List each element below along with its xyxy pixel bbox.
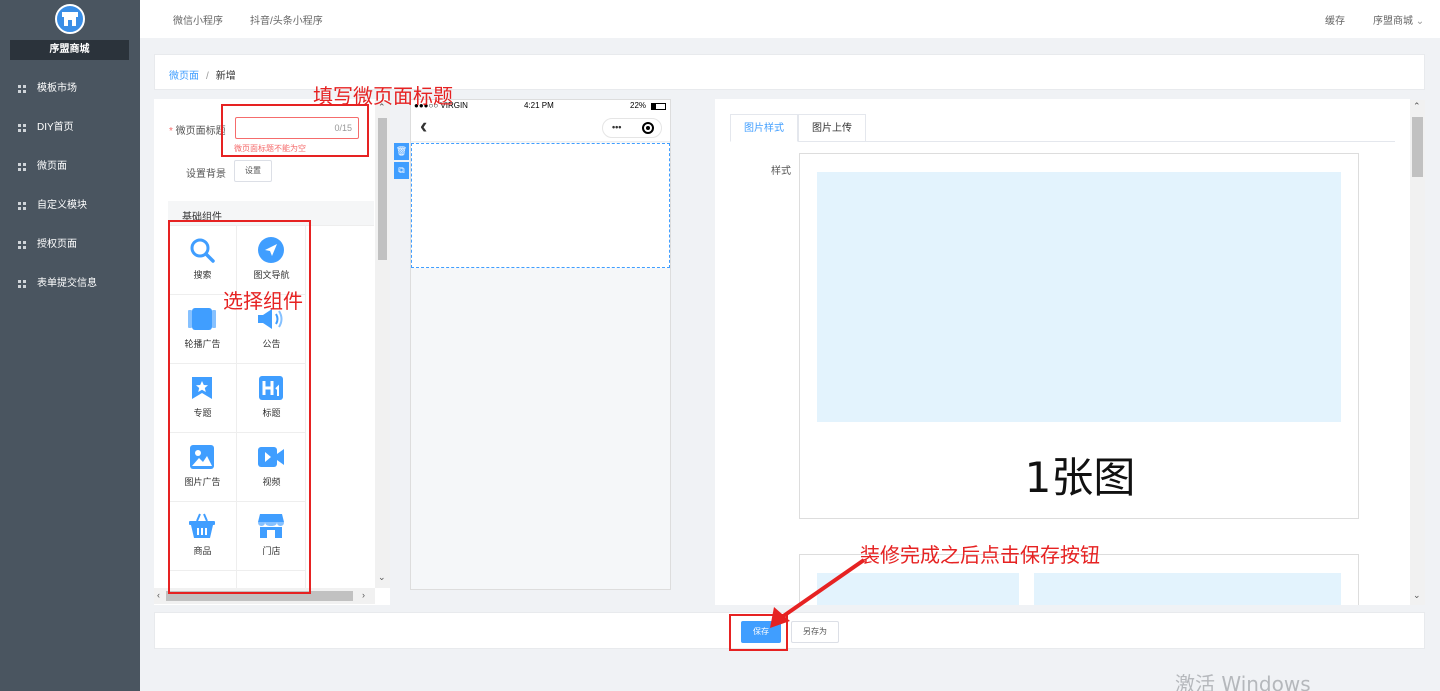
breadcrumb-parent[interactable]: 微页面 [169, 71, 199, 82]
sidebar: 序盟商城 模板市场 DIY首页 微页面 自定义模块 授权页面 表单提交信息 [0, 0, 140, 691]
scrollbar-thumb[interactable] [1412, 117, 1423, 177]
sidebar-item-label: DIY首页 [37, 122, 74, 133]
components-vertical-scrollbar[interactable]: ⌃ ⌄ [375, 100, 390, 588]
phone-nav-bar: ‹ ••• [411, 114, 670, 142]
sidebar-item-label: 微页面 [37, 161, 67, 172]
cache-link[interactable]: 缓存 [1325, 12, 1345, 27]
grid-icon [18, 202, 26, 210]
sidebar-item-label: 自定义模块 [37, 200, 87, 211]
chevron-down-icon: ⌄ [1415, 16, 1425, 27]
right-panel-scrollbar[interactable]: ⌃ ⌄ [1410, 100, 1425, 605]
more-icon[interactable]: ••• [612, 122, 621, 132]
copy-icon[interactable]: ⧉ [394, 162, 409, 179]
title-label-text: 微页面标题 [175, 126, 226, 137]
sidebar-item-label: 模板市场 [37, 83, 77, 94]
phone-time: 4:21 PM [524, 101, 554, 110]
page-canvas-selected-module[interactable] [411, 143, 670, 268]
set-background-button[interactable]: 设置 [234, 160, 272, 182]
miniprogram-capsule[interactable]: ••• [602, 118, 662, 138]
sidebar-item-custom-module[interactable]: 自定义模块 [0, 191, 140, 221]
title-label: * 微页面标题 [169, 122, 226, 137]
top-bar: 微信小程序 抖音/头条小程序 缓存 序盟商城 ⌄ [140, 0, 1440, 38]
style-label: 样式 [771, 166, 791, 177]
right-panel: 图片样式 图片上传 样式 1张图 [715, 99, 1410, 605]
annotation-choose-component: 选择组件 [223, 289, 303, 313]
back-icon[interactable]: ‹ [420, 114, 427, 138]
sidebar-item-label: 表单提交信息 [37, 278, 97, 289]
scrollbar-thumb[interactable] [378, 118, 387, 260]
required-mark: * [169, 126, 176, 137]
image-placeholder [817, 172, 1341, 422]
style-option-one-image[interactable]: 1张图 [799, 153, 1359, 519]
grid-icon [18, 241, 26, 249]
breadcrumb-current: 新增 [215, 71, 236, 82]
phone-preview: ●●●○○ VIRGIN 4:21 PM 22% ‹ ••• [410, 99, 671, 590]
sidebar-item-micro-page[interactable]: 微页面 [0, 152, 140, 182]
bg-label: 设置背景 [186, 169, 226, 180]
scroll-right-icon[interactable]: › [362, 590, 365, 600]
scroll-down-icon[interactable]: ⌄ [1413, 590, 1421, 601]
grid-icon [18, 85, 26, 93]
grid-icon [18, 280, 26, 288]
tab-wechat-miniprogram[interactable]: 微信小程序 [173, 12, 223, 27]
delete-icon[interactable]: 🗑 [394, 143, 409, 160]
user-menu[interactable]: 序盟商城 ⌄ [1373, 12, 1424, 27]
annotation-box-components [168, 220, 311, 594]
sidebar-item-diy-home[interactable]: DIY首页 [0, 113, 140, 143]
user-name: 序盟商城 [1373, 16, 1413, 27]
style-tabs: 图片样式 图片上传 [730, 114, 1395, 142]
scroll-down-icon[interactable]: ⌄ [378, 572, 386, 583]
grid-icon [18, 124, 26, 132]
annotation-save-hint: 装修完成之后点击保存按钮 [860, 543, 1100, 567]
shop-name: 序盟商城 [10, 40, 129, 60]
store-logo-icon[interactable] [55, 4, 85, 34]
close-target-icon[interactable] [642, 122, 654, 134]
annotation-box-title [221, 104, 369, 157]
annotation-arrow-icon [770, 558, 866, 628]
tab-douyin-miniprogram[interactable]: 抖音/头条小程序 [250, 12, 323, 27]
scroll-up-icon[interactable]: ⌃ [1413, 101, 1421, 112]
tab-image-upload[interactable]: 图片上传 [798, 114, 866, 142]
sidebar-item-form-submissions[interactable]: 表单提交信息 [0, 269, 140, 299]
battery-icon [651, 103, 666, 110]
sidebar-item-label: 授权页面 [37, 239, 77, 250]
scroll-left-icon[interactable]: ‹ [157, 590, 160, 600]
battery-percent: 22% [630, 101, 647, 110]
tab-image-style[interactable]: 图片样式 [730, 114, 798, 142]
sidebar-item-auth-page[interactable]: 授权页面 [0, 230, 140, 260]
sidebar-item-template-market[interactable]: 模板市场 [0, 74, 140, 104]
style-option-label: 1张图 [1024, 453, 1136, 502]
breadcrumb-separator: / [206, 71, 209, 82]
windows-activation-watermark: 激活 Windows [1175, 672, 1311, 691]
grid-icon [18, 163, 26, 171]
module-actions: 🗑 ⧉ [394, 143, 409, 181]
annotation-fill-title: 填写微页面标题 [313, 84, 453, 108]
image-placeholder [1034, 573, 1341, 605]
